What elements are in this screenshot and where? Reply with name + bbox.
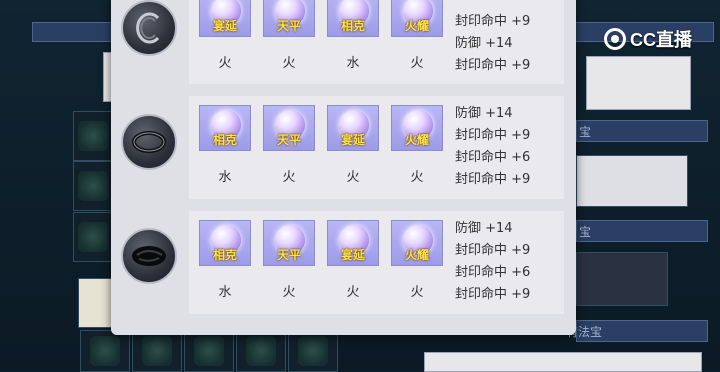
gem-item[interactable]: 宴延	[327, 105, 379, 151]
background-inventory-cell	[288, 330, 338, 372]
cc-live-watermark: CC直播	[604, 26, 692, 52]
gem-element: 火	[282, 170, 296, 185]
background-treasure-cell	[576, 252, 668, 306]
gem-element: 火	[410, 285, 424, 300]
ring-disc-icon	[132, 246, 166, 266]
background-treasure-slot	[586, 56, 691, 110]
gem-item[interactable]: 火耀	[391, 105, 443, 151]
gem-item[interactable]: 天平	[263, 0, 315, 37]
gem-item[interactable]: 火耀	[391, 220, 443, 266]
stat-line: 封印命中 +9	[455, 128, 531, 143]
gem-item[interactable]: 天平	[263, 220, 315, 266]
cc-logo-icon	[604, 28, 626, 50]
background-section-bar	[576, 120, 708, 142]
gem-item[interactable]: 宴延	[327, 220, 379, 266]
gem-element: 水	[346, 56, 360, 71]
stat-line: 封印命中 +9	[455, 14, 531, 29]
background-inventory-cell	[73, 111, 113, 161]
background-inventory-cell	[73, 161, 113, 211]
stat-line: 封印命中 +6	[455, 265, 531, 280]
background-inventory-cell	[236, 330, 286, 372]
gem-element: 水	[218, 170, 232, 185]
equipment-slot[interactable]	[121, 0, 177, 56]
gem-element: 水	[218, 285, 232, 300]
stat-line: 封印命中 +9	[455, 58, 531, 73]
gem-item[interactable]: 宴延	[199, 0, 251, 37]
background-inventory-cell	[73, 212, 113, 262]
background-inventory-cell	[184, 330, 234, 372]
stat-line: 封印命中 +9	[455, 243, 531, 258]
ring-o-icon	[132, 131, 166, 153]
gem-element: 火	[346, 170, 360, 185]
background-section-bar	[576, 220, 708, 242]
stat-line: 封印命中 +9	[455, 172, 531, 187]
stat-line: 防御 +14	[455, 36, 513, 51]
stat-line: 封印命中 +9	[455, 287, 531, 302]
ring-c-icon	[136, 12, 160, 44]
equipment-slot[interactable]	[121, 228, 177, 284]
gem-item[interactable]: 天平	[263, 105, 315, 151]
watermark-text: CC直播	[630, 30, 692, 50]
gem-item[interactable]: 相克	[199, 105, 251, 151]
gem-element: 火	[346, 285, 360, 300]
gem-item[interactable]: 火耀	[391, 0, 443, 37]
stat-line: 封印命中 +6	[455, 150, 531, 165]
gem-item[interactable]: 相克	[199, 220, 251, 266]
background-treasure-cell	[576, 155, 688, 207]
gem-element: 火	[410, 170, 424, 185]
gem-element: 火	[282, 285, 296, 300]
stat-line: 防御 +14	[455, 221, 513, 236]
gem-element: 火	[410, 56, 424, 71]
background-inventory-cell	[132, 330, 182, 372]
gem-item[interactable]: 相克	[327, 0, 379, 37]
stat-line: 防御 +14	[455, 106, 513, 121]
gem-element: 火	[218, 56, 232, 71]
gem-element: 火	[282, 56, 296, 71]
background-treasure-row	[424, 352, 702, 372]
background-inventory-cell	[80, 330, 130, 372]
background-section-label: 宝	[579, 225, 592, 239]
background-inventory-cell	[78, 278, 113, 328]
background-section-label: 宝	[579, 125, 592, 139]
equipment-slot[interactable]	[121, 114, 177, 170]
